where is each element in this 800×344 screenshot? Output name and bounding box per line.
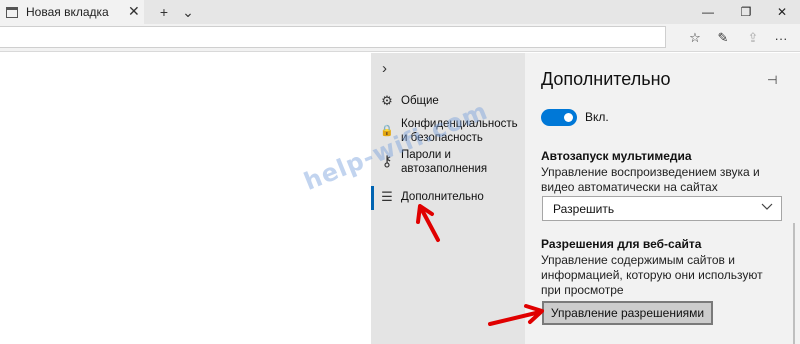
panel-scrollbar[interactable]	[793, 223, 795, 344]
tab-page-icon	[6, 6, 18, 18]
settings-nav-item-privacy[interactable]: 🔒 Конфиденциальность и безопасность	[371, 117, 525, 145]
address-bar[interactable]	[0, 26, 666, 48]
chevron-down-icon	[761, 200, 773, 215]
settings-nav-label: Общие	[401, 95, 439, 107]
settings-nav-label: Пароли и автозаполнения	[401, 149, 488, 175]
page-content	[0, 53, 371, 344]
title-bar: Новая вкладка ✕ + ⌄ — ❐ ✕	[0, 0, 800, 24]
tab-new-tab[interactable]: Новая вкладка ✕	[0, 0, 144, 24]
lock-icon: 🔒	[380, 124, 394, 137]
toggle-label: Вкл.	[585, 110, 609, 124]
tab-list-chevron-icon[interactable]: ⌄	[174, 0, 202, 24]
autoplay-title: Автозапуск мультимедиа	[541, 149, 692, 163]
settings-nav-item-passwords[interactable]: ⚷ Пароли и автозаполнения	[371, 148, 525, 176]
settings-nav-label: Конфиденциальность и безопасность	[401, 118, 518, 144]
tab-title: Новая вкладка	[26, 5, 109, 19]
permissions-title: Разрешения для веб-сайта	[541, 237, 702, 251]
settings-nav-item-advanced[interactable]: ☰ Дополнительно	[371, 186, 525, 210]
settings-nav-pane: › ⚙ Общие 🔒 Конфиденциальность и безопас…	[371, 53, 525, 344]
settings-nav-item-general[interactable]: ⚙ Общие	[371, 93, 525, 111]
autoplay-select-value: Разрешить	[553, 202, 615, 216]
settings-nav-label: Дополнительно	[401, 191, 484, 203]
pin-icon[interactable]: ⊣	[767, 73, 777, 87]
favorites-icon[interactable]: ☆	[684, 28, 706, 48]
key-icon: ⚷	[381, 153, 393, 170]
autoplay-select[interactable]: Разрешить	[542, 196, 782, 221]
toggle-switch[interactable]	[541, 109, 577, 126]
restore-button[interactable]: ❐	[728, 0, 764, 24]
more-menu-icon[interactable]: ···	[770, 28, 792, 48]
settings-panel: Дополнительно ⊣ Вкл. Автозапуск мультиме…	[525, 53, 800, 344]
gear-icon: ⚙	[381, 93, 393, 108]
panel-title: Дополнительно	[541, 69, 671, 89]
autoplay-description: Управление воспроизведением звука и виде…	[541, 165, 760, 194]
manage-permissions-button[interactable]: Управление разрешениями	[542, 301, 713, 325]
navigation-bar: ☆ ✎ ⇪ ···	[0, 24, 800, 52]
sliders-icon: ☰	[381, 189, 393, 204]
collapse-chevron-icon[interactable]: ›	[382, 60, 387, 77]
share-icon[interactable]: ⇪	[742, 28, 764, 48]
tab-close-icon[interactable]: ✕	[128, 3, 140, 19]
web-notes-icon[interactable]: ✎	[712, 28, 734, 48]
close-window-button[interactable]: ✕	[764, 0, 800, 24]
minimize-button[interactable]: —	[690, 0, 726, 24]
permissions-description: Управление содержимым сайтов и информаци…	[541, 253, 763, 297]
toggle-knob	[564, 113, 573, 122]
